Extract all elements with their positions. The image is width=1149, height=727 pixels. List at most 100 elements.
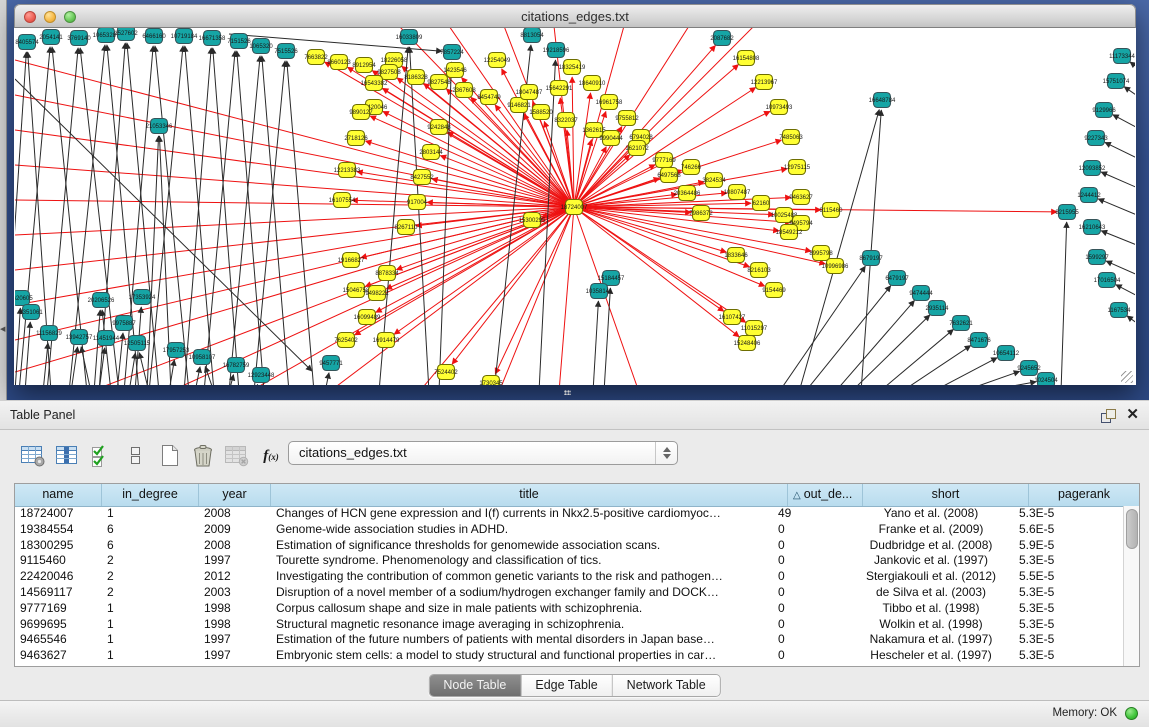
network-graph[interactable]: 8405574205414137691401065328715276026466…: [15, 28, 1135, 385]
column-header-pagerank[interactable]: pagerank: [1029, 484, 1139, 506]
graph-node[interactable]: 1833646: [724, 248, 748, 263]
graph-node[interactable]: 3824534: [702, 173, 726, 188]
graph-node[interactable]: 8351061: [19, 305, 43, 320]
graph-node[interactable]: 20206526: [88, 293, 115, 308]
graph-node[interactable]: 2054141: [39, 30, 63, 45]
table-row[interactable]: 946362711997Embryonic stem cells: a mode…: [15, 648, 1124, 664]
graph-node[interactable]: 2620605: [15, 291, 33, 306]
graph-node[interactable]: 6479197: [885, 271, 909, 286]
graph-node[interactable]: 62160: [753, 196, 771, 211]
delete-columns-button[interactable]: [186, 440, 220, 472]
graph-node[interactable]: 16033809: [396, 30, 423, 45]
select-columns-button[interactable]: [84, 440, 118, 472]
tab-node-table[interactable]: Node Table: [429, 675, 521, 696]
graph-node[interactable]: 16154808: [733, 51, 760, 66]
delete-table-button[interactable]: [220, 440, 254, 472]
row-height-button[interactable]: [118, 440, 152, 472]
table-row[interactable]: 1938455462009Genome-wide association stu…: [15, 522, 1124, 538]
new-column-button[interactable]: [152, 440, 186, 472]
graph-node[interactable]: 7485063: [779, 130, 803, 145]
collapse-arrow-icon[interactable]: ◀: [0, 326, 5, 333]
table-row[interactable]: 977716911998Corpus callosum shape and si…: [15, 601, 1124, 617]
table-row[interactable]: 1872400712008Changes of HCN gene express…: [15, 506, 1124, 522]
graph-node[interactable]: 12213383: [334, 163, 361, 178]
graph-node[interactable]: 3769140: [67, 31, 91, 46]
table-row[interactable]: 911546021997Tourette syndrome. Phenomeno…: [15, 553, 1124, 569]
graph-node[interactable]: 8454749: [477, 90, 501, 105]
graph-node[interactable]: 15248406: [734, 336, 761, 351]
graph-node[interactable]: 7986372: [689, 206, 713, 221]
graph-node[interactable]: 16914479: [373, 333, 400, 348]
graph-node[interactable]: 11451944: [93, 331, 120, 346]
table-row[interactable]: 969969511998Structural magnetic resonanc…: [15, 617, 1124, 633]
graph-node[interactable]: 16671358: [199, 31, 226, 46]
graph-node[interactable]: 11173344: [1109, 49, 1135, 64]
table-scrollbar[interactable]: [1123, 506, 1139, 666]
graph-node[interactable]: 8427552: [410, 170, 434, 185]
graph-node[interactable]: 18325419: [559, 60, 586, 75]
graph-node[interactable]: 9755812: [615, 111, 639, 126]
graph-node[interactable]: 12975115: [784, 160, 811, 175]
graph-node[interactable]: 16107554: [329, 193, 356, 208]
function-builder-button[interactable]: f(x): [254, 440, 288, 472]
graph-node[interactable]: 16961758: [596, 95, 623, 110]
graph-node[interactable]: 12213967: [751, 75, 778, 90]
graph-node[interactable]: 8813054: [520, 28, 544, 43]
graph-node[interactable]: 1423546: [443, 63, 467, 78]
graph-node[interactable]: 21053346: [146, 119, 173, 134]
graph-node[interactable]: 6497568: [657, 168, 681, 183]
graph-node[interactable]: 8471676: [967, 333, 991, 348]
graph-node[interactable]: 10973493: [766, 100, 793, 115]
graph-node[interactable]: 1588520: [529, 105, 553, 120]
graph-node[interactable]: 11015297: [741, 321, 768, 336]
column-header-out-de-[interactable]: △out_de...: [788, 484, 863, 506]
panel-divider-handle[interactable]: [564, 390, 571, 395]
column-header-title[interactable]: title: [271, 484, 788, 506]
table-row[interactable]: 2242004622012Investigating the contribut…: [15, 569, 1124, 585]
graph-node[interactable]: 6466160: [142, 29, 166, 44]
graph-node[interactable]: 7857224: [440, 45, 464, 60]
graph-node[interactable]: 1167534: [1108, 303, 1132, 318]
table-row[interactable]: 1830029562008Estimation of significance …: [15, 538, 1124, 554]
graph-node[interactable]: 9115460: [820, 203, 844, 218]
graph-node[interactable]: 9498222: [365, 286, 389, 301]
graph-node[interactable]: 7515526: [274, 44, 298, 59]
graph-node[interactable]: 9463627: [789, 190, 813, 205]
graph-node[interactable]: 18640910: [579, 76, 606, 91]
column-header-in-degree[interactable]: in_degree: [102, 484, 199, 506]
float-panel-icon[interactable]: [1101, 409, 1115, 422]
resize-grip-icon[interactable]: [1121, 371, 1133, 383]
tab-network-table[interactable]: Network Table: [613, 675, 720, 696]
table-selector-dropdown[interactable]: citations_edges.txt: [288, 441, 678, 465]
graph-node[interactable]: 20364486: [674, 186, 701, 201]
graph-node[interactable]: 19218596: [543, 43, 570, 58]
window-titlebar[interactable]: citations_edges.txt: [14, 4, 1136, 28]
graph-node[interactable]: 16210643: [1079, 220, 1106, 235]
close-panel-icon[interactable]: ✕: [1126, 406, 1139, 424]
graph-node[interactable]: 15642291: [546, 81, 573, 96]
graph-node[interactable]: 2367608: [452, 83, 476, 98]
graph-node[interactable]: 1244412: [1077, 188, 1101, 203]
show-columns-button[interactable]: [50, 440, 84, 472]
graph-node[interactable]: 9129966: [1092, 103, 1116, 118]
graph-node[interactable]: 1065320: [249, 39, 273, 54]
memory-status-indicator[interactable]: [1125, 707, 1138, 720]
column-header-short[interactable]: short: [863, 484, 1029, 506]
graph-node[interactable]: 9245652: [1017, 361, 1041, 376]
graph-node[interactable]: 7632621: [949, 316, 973, 331]
graph-node[interactable]: 8186328: [404, 70, 428, 85]
graph-node[interactable]: 746266: [681, 160, 702, 175]
graph-node[interactable]: 10807487: [724, 185, 751, 200]
graph-node[interactable]: 2935114: [926, 301, 950, 316]
graph-node[interactable]: 8216103: [747, 263, 771, 278]
graph-node[interactable]: 1527602: [114, 28, 138, 41]
graph-node[interactable]: 9154469: [762, 283, 786, 298]
graph-node[interactable]: 9474444: [909, 286, 933, 301]
graph-node[interactable]: 12923448: [248, 368, 275, 383]
column-header-name[interactable]: name: [15, 484, 102, 506]
graph-node[interactable]: 2718126: [344, 131, 368, 146]
graph-node[interactable]: 1599297: [1085, 250, 1109, 265]
graph-node[interactable]: 8679197: [859, 251, 883, 266]
scrollbar-thumb[interactable]: [1126, 509, 1138, 549]
table-row[interactable]: 1456911722003Disruption of a novel membe…: [15, 585, 1124, 601]
